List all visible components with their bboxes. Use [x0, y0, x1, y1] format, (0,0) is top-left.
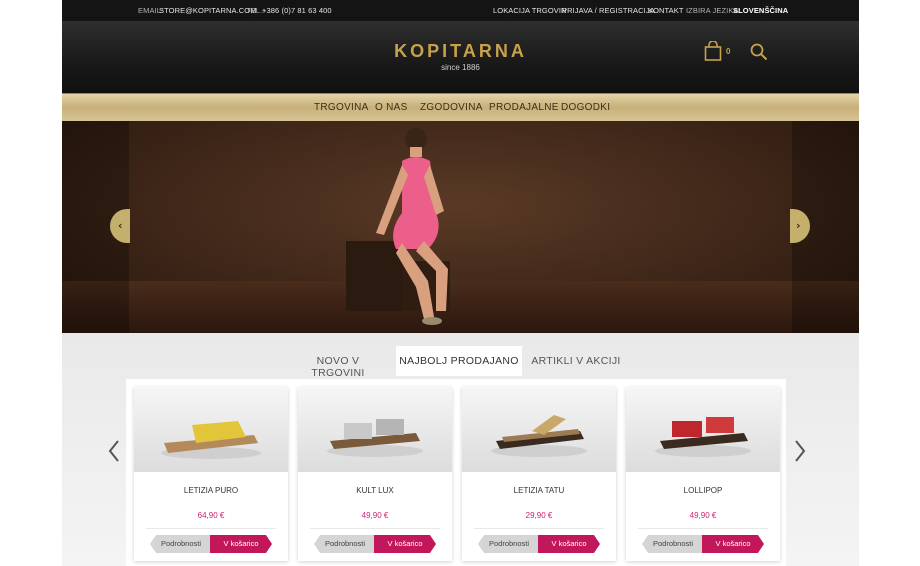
product-card[interactable]: KULT LUX 49,90 € Podrobnosti V košarico: [298, 387, 452, 561]
cart-count: 0: [726, 47, 731, 56]
email-link[interactable]: STORE@KOPITARNA.COM: [159, 6, 257, 15]
details-button[interactable]: Podrobnosti: [314, 535, 376, 553]
card-divider: [474, 528, 604, 529]
product-card[interactable]: LETIZIA PURO 64,90 € Podrobnosti V košar…: [134, 387, 288, 561]
top-info-bar: EMAIL: STORE@KOPITARNA.COM TEL.: +386 (0…: [62, 0, 859, 21]
add-to-cart-button[interactable]: V košarico: [702, 535, 764, 553]
nav-item-prodajalne[interactable]: PRODAJALNE: [489, 102, 559, 113]
details-button[interactable]: Podrobnosti: [150, 535, 212, 553]
product-tabs-section: NOVO V TRGOVINI NAJBOLJ PRODAJANO ARTIKL…: [62, 333, 859, 566]
nav-item-trgovina[interactable]: TRGOVINA: [314, 102, 369, 113]
hero-image-figure: [346, 128, 450, 325]
chevron-right-icon: ›: [796, 219, 801, 232]
store-locations-link[interactable]: LOKACIJA TRGOVIN: [493, 6, 567, 15]
site-wrapper: EMAIL: STORE@KOPITARNA.COM TEL.: +386 (0…: [62, 0, 859, 566]
login-register-link[interactable]: PRIJAVA / REGISTRACIJA: [562, 6, 655, 15]
card-divider: [638, 528, 768, 529]
product-price: 49,90 €: [689, 511, 717, 520]
phone-number[interactable]: +386 (0)7 81 63 400: [262, 6, 332, 15]
product-image[interactable]: [462, 387, 616, 472]
nav-item-zgodovina[interactable]: ZGODOVINA: [420, 102, 483, 113]
product-name[interactable]: KULT LUX: [298, 486, 452, 495]
header: KOPITARNA since 1886 0: [62, 21, 859, 93]
language-select[interactable]: SLOVENŠČINA: [733, 6, 788, 15]
product-image[interactable]: [298, 387, 452, 472]
details-button[interactable]: Podrobnosti: [478, 535, 540, 553]
product-carousel: LETIZIA PURO 64,90 € Podrobnosti V košar…: [126, 379, 786, 566]
nav-item-o-nas[interactable]: O NAS: [375, 102, 408, 113]
add-to-cart-button[interactable]: V košarico: [374, 535, 436, 553]
tab-najbolj-prodajano[interactable]: NAJBOLJ PRODAJANO: [396, 346, 522, 376]
product-price: 49,90 €: [361, 511, 389, 520]
sandal-image: [491, 415, 587, 457]
product-image[interactable]: [626, 387, 780, 472]
product-image[interactable]: [134, 387, 288, 472]
chevron-left-icon: ‹: [118, 219, 123, 232]
carousel-prev-icon[interactable]: [106, 438, 122, 464]
contact-link[interactable]: KONTAKT: [648, 6, 684, 15]
sandal-image: [655, 417, 751, 457]
product-card[interactable]: LETIZIA TATU 29,90 € Podrobnosti V košar…: [462, 387, 616, 561]
sandal-image: [327, 419, 423, 457]
carousel-next-icon[interactable]: [792, 438, 808, 464]
product-name[interactable]: LETIZIA PURO: [134, 486, 288, 495]
product-price: 64,90 €: [197, 511, 225, 520]
hero-slider: ‹ ›: [62, 121, 859, 333]
nav-item-dogodki[interactable]: DOGODKI: [561, 102, 610, 113]
search-icon[interactable]: [750, 43, 768, 61]
details-button[interactable]: Podrobnosti: [642, 535, 704, 553]
product-name[interactable]: LETIZIA TATU: [462, 486, 616, 495]
tab-novo-v-trgovini[interactable]: NOVO V TRGOVINI: [290, 346, 386, 379]
shopping-bag-icon[interactable]: [704, 41, 722, 61]
main-nav: TRGOVINA O NAS ZGODOVINA PRODAJALNE DOGO…: [62, 93, 859, 121]
product-card[interactable]: LOLLIPOP 49,90 € Podrobnosti V košarico: [626, 387, 780, 561]
add-to-cart-button[interactable]: V košarico: [538, 535, 600, 553]
product-name[interactable]: LOLLIPOP: [626, 486, 780, 495]
card-divider: [310, 528, 440, 529]
tab-artikli-v-akciji[interactable]: ARTIKLI V AKCIJI: [530, 346, 622, 376]
add-to-cart-button[interactable]: V košarico: [210, 535, 272, 553]
sandal-image: [161, 421, 261, 459]
product-price: 29,90 €: [525, 511, 553, 520]
logo-tagline: since 1886: [441, 63, 480, 72]
card-divider: [146, 528, 276, 529]
logo[interactable]: KOPITARNA: [62, 41, 859, 62]
